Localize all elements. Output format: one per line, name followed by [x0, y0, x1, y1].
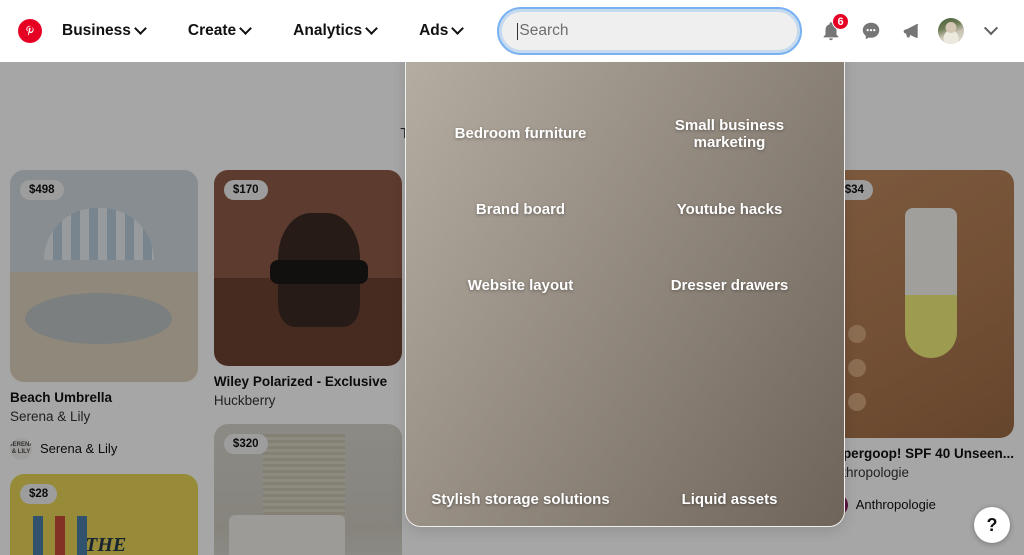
nav-item-business-label: Business [62, 22, 131, 39]
chevron-down-icon [367, 24, 377, 34]
idea-card-label: Bedroom furniture [454, 125, 587, 143]
pinterest-logo-icon [18, 19, 42, 43]
account-menu-button[interactable] [972, 12, 1010, 50]
nav-item-create-label: Create [187, 22, 237, 39]
chevron-down-icon [136, 24, 146, 34]
account-avatar-button[interactable] [932, 12, 970, 50]
nav-item-ads-label: Ads [419, 22, 449, 39]
top-navigation-bar: Business Create Analytics Ads Search 6 [0, 0, 1024, 62]
chevron-down-icon [980, 20, 1002, 42]
nav-item-analytics-label: Analytics [293, 22, 363, 39]
help-button[interactable]: ? [974, 507, 1010, 543]
announcements-button[interactable] [892, 12, 930, 50]
chevron-down-icon [241, 24, 251, 34]
pinterest-logo-button[interactable] [12, 13, 48, 49]
chevron-down-icon [453, 24, 463, 34]
text-caret [517, 22, 519, 40]
idea-card-label: Dresser drawers [670, 277, 789, 295]
primary-nav: Business Create Analytics Ads [52, 16, 473, 46]
shopping-card-label: Stylish storage solutions [431, 490, 610, 508]
pinterest-business-app: Business Create Analytics Ads Search 6 $… [0, 0, 1024, 555]
idea-card-label: Brand board [475, 201, 566, 219]
notifications-badge: 6 [832, 13, 849, 30]
idea-card-label: Website layout [467, 277, 574, 295]
avatar [938, 18, 964, 44]
search-placeholder: Search [519, 22, 569, 39]
header-actions: 6 [812, 12, 1012, 50]
shopping-card-label: Liquid assets [681, 490, 778, 508]
search-container: Search [497, 7, 802, 55]
chat-bubble-icon [862, 22, 880, 40]
nav-item-analytics[interactable]: Analytics [283, 16, 387, 46]
notifications-button[interactable]: 6 [812, 12, 850, 50]
search-suggestions-dropdown: Ideas for you Bedroom furniture Small bu… [405, 52, 845, 527]
messages-button[interactable] [852, 12, 890, 50]
nav-item-create[interactable]: Create [178, 16, 261, 46]
nav-item-business[interactable]: Business [52, 16, 156, 46]
megaphone-icon [903, 23, 919, 38]
idea-card-label: Small business marketing [674, 116, 785, 151]
search-input[interactable]: Search [497, 7, 802, 55]
idea-card-label: Youtube hacks [676, 201, 783, 219]
nav-item-ads[interactable]: Ads [409, 16, 473, 46]
